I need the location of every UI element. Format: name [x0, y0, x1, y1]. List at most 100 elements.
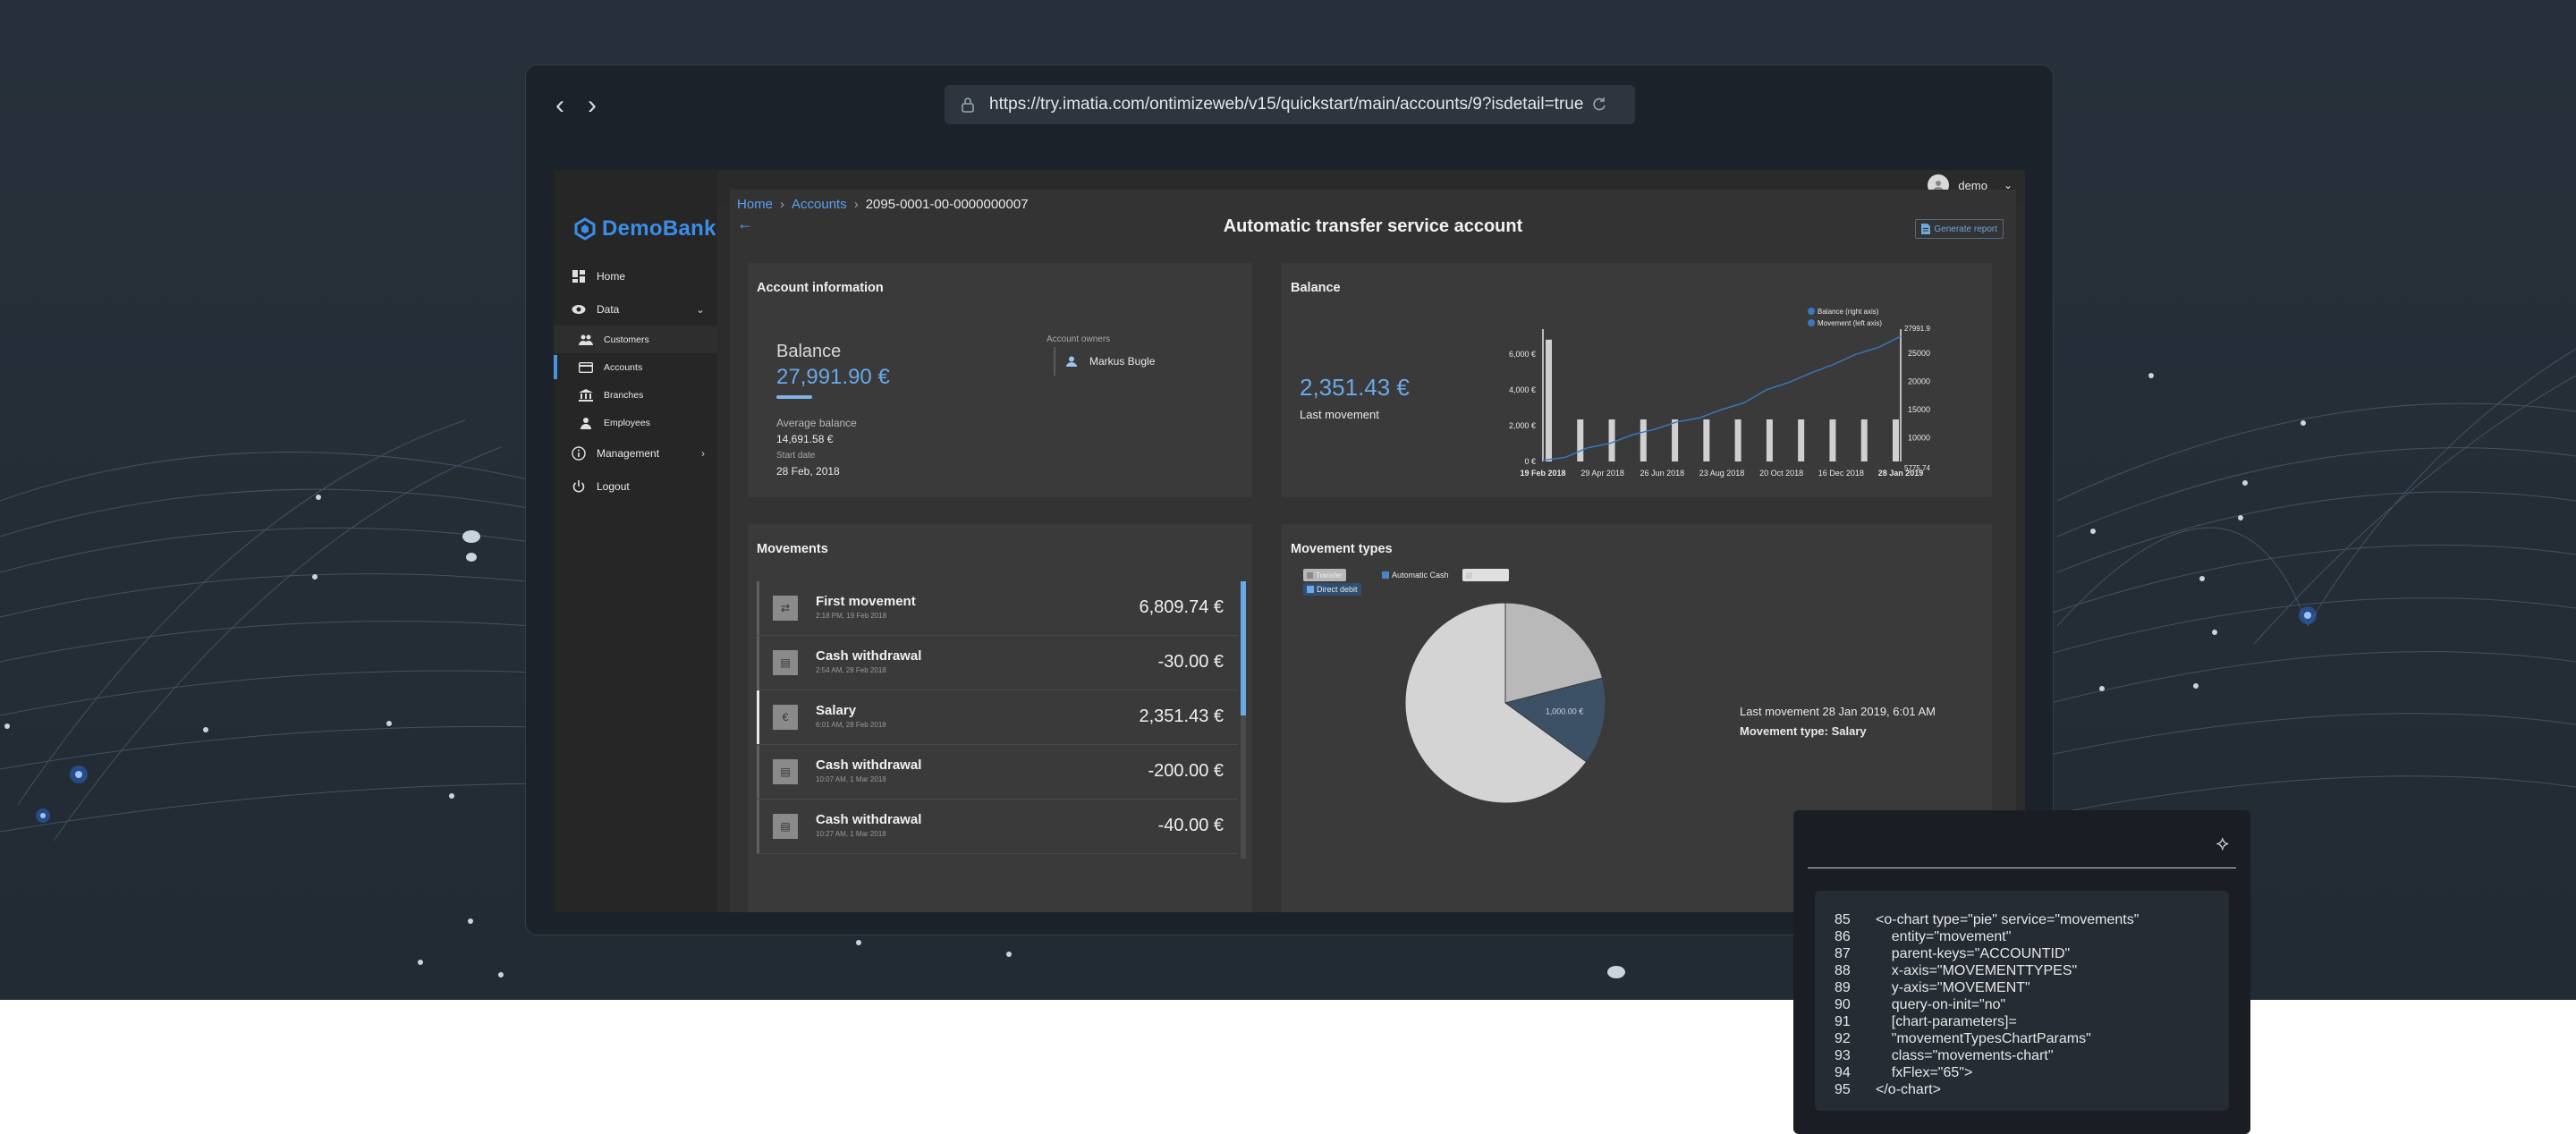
- sidebar-item-management[interactable]: Management ›: [554, 436, 717, 470]
- list-item[interactable]: ▤ Cash withdrawal 2:54 AM, 28 Feb 2018 -30.…: [757, 636, 1238, 690]
- code-block: 85 <o-chart type="pie" service="movements…: [1815, 891, 2229, 1111]
- sidebar-item-employees[interactable]: Employees: [554, 409, 717, 436]
- code-line: 89 y-axis="MOVEMENT": [1835, 980, 2030, 996]
- movement-bar: [1829, 419, 1836, 461]
- balance-card: Balance 2,351.43 € Last movement 6,000 €…: [1282, 263, 1992, 497]
- row-indicator: [757, 690, 759, 744]
- sidebar-item-label: Home: [597, 269, 626, 283]
- checkbox-checked-icon: [1466, 571, 1472, 579]
- sidebar-item-home[interactable]: Home: [554, 259, 717, 292]
- line-number: 95: [1835, 1082, 1851, 1097]
- code-text: "movementTypesChartParams": [1876, 1031, 2091, 1046]
- last-movement-value: 2,351.43 €: [1300, 374, 1410, 401]
- breadcrumb: Home › Accounts › 2095-0001-00-000000000…: [737, 197, 1029, 212]
- sidebar-item-label: Customers: [604, 334, 649, 345]
- balance-label: Balance: [776, 342, 842, 361]
- movement-date: 2:54 AM, 28 Feb 2018: [816, 666, 886, 674]
- code-line: 93 class="movements-chart": [1835, 1048, 2054, 1064]
- movement-bar: [1546, 339, 1552, 461]
- code-text: y-axis="MOVEMENT": [1876, 980, 2030, 995]
- line-number: 88: [1835, 963, 1851, 978]
- owner-row[interactable]: Markus Bugle: [1054, 347, 1155, 376]
- x-tick-label: 26 Jun 2018: [1640, 469, 1685, 478]
- sidebar: DemoBank Home Data ⌄ Customers Accounts …: [554, 170, 717, 912]
- divider: [1808, 867, 2236, 868]
- collapse-icon[interactable]: ⟡: [2216, 832, 2229, 855]
- code-line: 86 entity="movement": [1835, 929, 2011, 945]
- sidebar-item-label: Management: [597, 446, 660, 460]
- y-tick-label-right: 25000: [1908, 349, 1930, 358]
- y-tick-label-left: 0 €: [1524, 457, 1536, 466]
- line-number: 92: [1835, 1031, 1851, 1046]
- sidebar-item-accounts[interactable]: Accounts: [554, 353, 717, 381]
- list-item[interactable]: € Salary 6:01 AM, 28 Feb 2018 2,351.43 €: [757, 690, 1238, 745]
- row-indicator: [757, 800, 759, 853]
- list-item[interactable]: ▤ Cash withdrawal 10:27 AM, 1 Mar 2018 -40.…: [757, 800, 1238, 854]
- movement-bar: [1640, 419, 1647, 461]
- movement-date: 10:07 AM, 1 Mar 2018: [816, 775, 886, 783]
- atm-icon: ▤: [773, 759, 798, 784]
- x-tick-label: 19 Feb 2018: [1520, 469, 1565, 478]
- movement-bar: [1860, 419, 1868, 461]
- legend-label: Direct debit: [1317, 585, 1358, 594]
- app-logo[interactable]: DemoBank: [573, 216, 716, 241]
- demobank-logo-icon: [574, 217, 596, 241]
- page-title: Automatic transfer service account: [1223, 216, 1523, 236]
- row-indicator: [757, 745, 759, 799]
- generate-report-button[interactable]: Generate report: [1915, 219, 2004, 239]
- reload-icon[interactable]: [1590, 96, 1608, 114]
- list-item[interactable]: ▤ Cash withdrawal 10:07 AM, 1 Mar 2018 -200…: [757, 745, 1238, 800]
- sidebar-item-label: Accounts: [604, 361, 643, 373]
- people-icon: [579, 334, 593, 346]
- card-title: Movements: [757, 542, 828, 556]
- code-line: 94 fxFlex="65">: [1835, 1065, 1972, 1081]
- sidebar-item-branches[interactable]: Branches: [554, 381, 717, 409]
- line-number: 85: [1835, 912, 1851, 927]
- movement-bar: [1798, 419, 1805, 461]
- breadcrumb-current: 2095-0001-00-0000000007: [865, 197, 1029, 212]
- legend-marker: [1808, 319, 1815, 326]
- code-line: 88 x-axis="MOVEMENTTYPES": [1835, 963, 2077, 979]
- movement-bar: [1766, 419, 1773, 461]
- legend-item-direct-debit[interactable]: Direct debit: [1303, 583, 1361, 596]
- sidebar-item-data[interactable]: Data ⌄: [554, 292, 717, 326]
- scrollbar-thumb[interactable]: [1241, 581, 1246, 715]
- url-text: https://try.imatia.com/ontimizeweb/v15/q…: [989, 95, 1584, 114]
- movement-bar: [1608, 419, 1615, 461]
- start-date-label: Start date: [776, 451, 816, 461]
- chevron-right-icon: ›: [853, 197, 859, 212]
- sidebar-item-logout[interactable]: Logout: [554, 470, 717, 503]
- last-movement-label: Last movement: [1300, 408, 1379, 421]
- breadcrumb-accounts[interactable]: Accounts: [792, 197, 847, 212]
- owner-name: Markus Bugle: [1089, 355, 1156, 368]
- euro-icon: €: [773, 705, 798, 730]
- sidebar-item-customers[interactable]: Customers: [554, 326, 717, 353]
- address-bar[interactable]: https://try.imatia.com/ontimizeweb/v15/q…: [945, 85, 1635, 124]
- back-nav-icon[interactable]: ‹: [549, 92, 571, 119]
- pie-slice-label: 1,000.00 €: [1546, 707, 1584, 716]
- chevron-right-icon: ›: [701, 446, 705, 460]
- movement-type-text: Movement type: Salary: [1740, 724, 1867, 738]
- x-tick-label: 20 Oct 2018: [1759, 469, 1803, 478]
- account-info-card: Account information Balance 27,991.90 € …: [748, 263, 1252, 497]
- logo-text: DemoBank: [602, 216, 716, 241]
- scrollbar-track[interactable]: [1241, 581, 1246, 859]
- balance-chart: 6,000 € 4,000 € 2,000 € 0 € 25000 20000 15000 1…: [1509, 308, 1930, 478]
- code-text: parent-keys="ACCOUNTID": [1876, 946, 2071, 961]
- movement-date: 6:01 AM, 28 Feb 2018: [816, 721, 886, 729]
- forward-nav-icon[interactable]: ›: [581, 92, 603, 119]
- movement-types-pie-chart: 1,000.00 €: [1404, 602, 1606, 804]
- breadcrumb-home[interactable]: Home: [737, 197, 773, 212]
- code-text: [chart-parameters]=: [1876, 1014, 2017, 1029]
- checkbox-checked-icon: [1382, 571, 1389, 579]
- code-text: query-on-init="no": [1876, 997, 2006, 1012]
- legend-label: Movement (left axis): [1818, 319, 1882, 327]
- legend-item-automatic-cash[interactable]: Automatic Cash: [1378, 569, 1453, 581]
- list-item[interactable]: ⇄ First movement 2:18 PM, 19 Feb 2018 6,809…: [757, 581, 1238, 636]
- power-icon: [572, 479, 586, 494]
- legend-item-salary[interactable]: Salary: [1462, 569, 1509, 581]
- legend-item-transfer[interactable]: Transfer: [1303, 569, 1346, 581]
- code-text: <o-chart type="pie" service="movements": [1876, 912, 2140, 927]
- x-tick-label: 16 Dec 2018: [1818, 469, 1864, 478]
- movement-amount: -40.00 €: [1157, 816, 1224, 835]
